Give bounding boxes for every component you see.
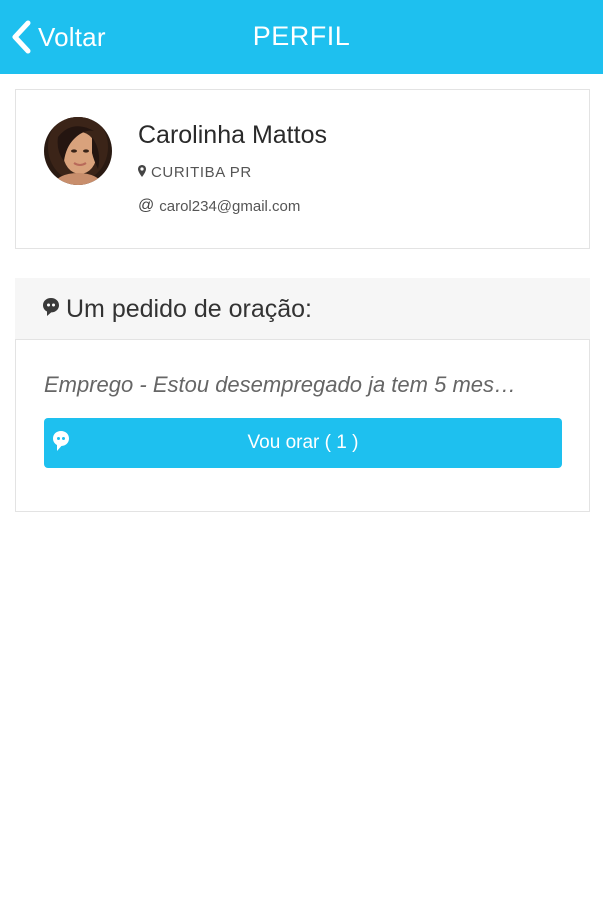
at-icon: @ — [138, 197, 155, 214]
prayer-request-text[interactable]: Emprego - Estou desempregado ja tem 5 me… — [44, 372, 564, 398]
avatar[interactable] — [44, 117, 112, 185]
location-text: CURITIBA PR — [151, 164, 252, 181]
pray-button-label: Vou orar ( 1 ) — [247, 432, 359, 453]
profile-card: Carolinha Mattos CURITIBA PR @ carol234@… — [15, 89, 590, 249]
location-row: CURITIBA PR — [138, 164, 252, 181]
profile-name: Carolinha Mattos — [138, 121, 327, 149]
map-pin-icon — [138, 164, 151, 181]
email-row: @ carol234@gmail.com — [138, 197, 300, 215]
pray-button[interactable]: Vou orar ( 1 ) — [44, 418, 562, 468]
section-title: Um pedido de oração: — [66, 295, 312, 323]
app-header: Voltar PERFIL — [0, 0, 603, 74]
prayer-section-header: Um pedido de oração: — [15, 278, 590, 340]
chat-bubble-icon — [42, 297, 66, 322]
email-text: carol234@gmail.com — [159, 197, 301, 215]
page-title: PERFIL — [252, 21, 351, 51]
prayer-card: Emprego - Estou desempregado ja tem 5 me… — [15, 339, 590, 512]
